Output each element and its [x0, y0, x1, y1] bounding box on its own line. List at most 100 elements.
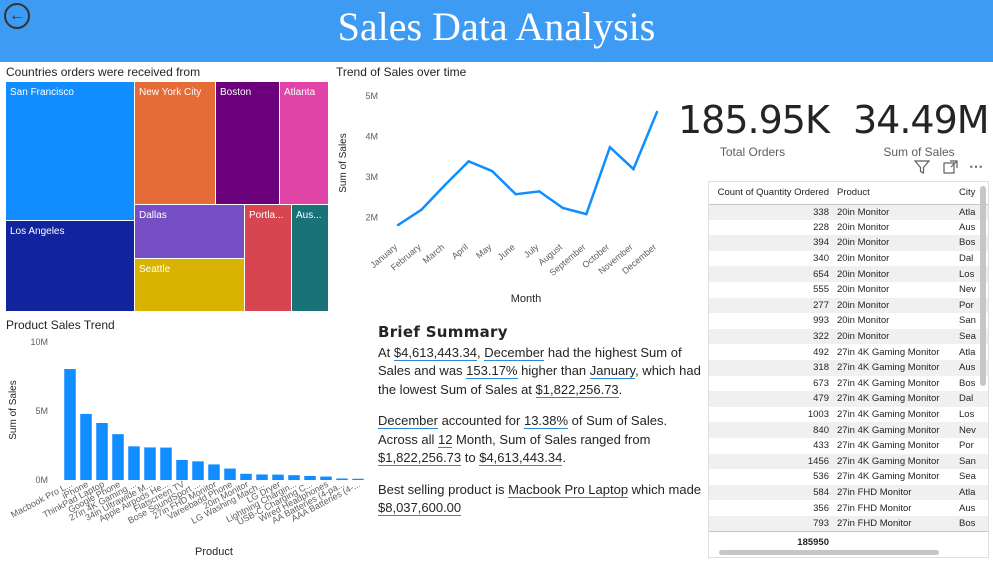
summary-highlight: 12: [437, 431, 453, 448]
table-row[interactable]: 277 20in Monitor Por: [709, 297, 988, 314]
product-sales-bar[interactable]: [160, 447, 172, 480]
product-sales-bar[interactable]: [64, 369, 76, 480]
line-data-point[interactable]: [443, 183, 447, 187]
cell-product: 20in Monitor: [837, 315, 890, 327]
line-data-point[interactable]: [585, 212, 588, 216]
cell-quantity: 322: [709, 328, 833, 345]
table-row[interactable]: 356 27in FHD Monitor Aus: [709, 500, 988, 516]
table-row[interactable]: 536 27in 4K Gaming Monitor Sea: [709, 469, 988, 485]
summary-text: accounted for: [437, 413, 524, 428]
table-row[interactable]: 555 20in Monitor Nev: [709, 282, 988, 298]
data-table[interactable]: Count of Quantity Ordered Product City 3…: [708, 181, 989, 558]
treemap-cell-dallas[interactable]: Dallas: [135, 205, 244, 258]
table-row[interactable]: 394 20in Monitor Bos: [709, 235, 988, 251]
product-sales-bar[interactable]: [80, 413, 92, 480]
bar-chart[interactable]: Sum of Sales Product 0M5M10MMacbook Pro …: [0, 332, 370, 564]
summary-highlight: 13.38%: [523, 413, 569, 429]
product-sales-bar[interactable]: [96, 423, 108, 480]
filter-icon[interactable]: [913, 160, 931, 177]
line-data-point[interactable]: [490, 169, 494, 173]
product-sales-bar[interactable]: [208, 464, 220, 480]
product-sales-bar[interactable]: [288, 475, 300, 480]
cell-product: 27in 4K Gaming Monitor: [837, 440, 940, 452]
treemap-cell-new-york-city[interactable]: New York City: [135, 82, 215, 204]
line-data-point[interactable]: [561, 206, 565, 210]
product-sales-bar[interactable]: [176, 459, 188, 480]
vertical-scrollbar[interactable]: [980, 186, 986, 386]
cell-quantity: 318: [709, 359, 833, 376]
line-data-point[interactable]: [608, 145, 612, 149]
header-banner: ← Sales Data Analysis: [0, 0, 993, 62]
table-row[interactable]: 840 27in 4K Gaming Monitor Nev: [709, 422, 988, 438]
cell-city: Bos: [955, 515, 988, 532]
y-axis-label: Sum of Sales: [338, 133, 349, 192]
column-header-quantity[interactable]: Count of Quantity Ordered: [709, 182, 833, 205]
table-row[interactable]: 654 20in Monitor Los: [709, 266, 988, 282]
table-row[interactable]: 338 20in Monitor Atla: [709, 204, 988, 220]
cell-quantity: 536: [813, 471, 829, 483]
line-data-point[interactable]: [514, 193, 517, 196]
x-tick-label: April: [450, 242, 470, 261]
line-data-point[interactable]: [655, 110, 659, 114]
table-row[interactable]: 228 20in Monitor Aus: [709, 220, 988, 236]
product-sales-bar[interactable]: [240, 473, 252, 480]
cell-product: 27in 4K Gaming Monitor: [837, 377, 940, 389]
treemap-cell-boston[interactable]: Boston: [216, 82, 279, 204]
cell-product: 27in 4K Gaming Monitor: [833, 453, 955, 470]
treemap-cell-san-francisco[interactable]: San Francisco: [6, 82, 134, 220]
line-data-point[interactable]: [632, 167, 635, 171]
table-row[interactable]: 584 27in FHD Monitor Atla: [709, 484, 988, 501]
product-sales-bar[interactable]: [256, 474, 268, 480]
product-sales-bar[interactable]: [112, 434, 124, 480]
table-row[interactable]: 1456 27in 4K Gaming Monitor San: [709, 453, 988, 470]
line-chart-title: Trend of Sales over time: [336, 65, 467, 79]
cell-product: 27in FHD Monitor: [833, 515, 955, 532]
cell-product: 20in Monitor: [833, 266, 955, 282]
product-sales-bar[interactable]: [304, 475, 316, 480]
product-sales-bar[interactable]: [224, 468, 236, 480]
cell-quantity: 1003: [807, 409, 829, 421]
table-row[interactable]: 993 20in Monitor San: [709, 313, 988, 329]
focus-mode-icon[interactable]: [943, 160, 958, 177]
product-sales-bar[interactable]: [144, 447, 156, 480]
line-chart[interactable]: Sum of Sales Month 2M3M4M5MJanuaryFebrua…: [330, 78, 670, 310]
summary-paragraph-3: Best selling product is Macbook Pro Lapt…: [378, 481, 708, 518]
treemap-cell-austin[interactable]: Aus...: [292, 205, 328, 311]
table-row[interactable]: 433 27in 4K Gaming Monitor Por: [709, 438, 988, 454]
cell-product: 27in 4K Gaming Monitor: [833, 359, 955, 376]
table-row[interactable]: 1003 27in 4K Gaming Monitor Los: [709, 407, 988, 423]
column-header-product[interactable]: Product: [833, 182, 955, 205]
cell-quantity: 673: [813, 377, 829, 389]
treemap-cell-los-angeles[interactable]: Los Angeles: [6, 221, 134, 311]
treemap-cell-atlanta[interactable]: Atlanta: [280, 82, 328, 204]
cell-product: 27in FHD Monitor: [833, 484, 955, 501]
line-data-point[interactable]: [467, 160, 470, 163]
table-row[interactable]: 340 20in Monitor Dal: [709, 251, 988, 267]
summary-highlight: Macbook Pro Laptop: [508, 481, 629, 498]
line-data-point[interactable]: [420, 208, 423, 211]
line-data-point[interactable]: [538, 190, 541, 193]
table: Count of Quantity Ordered Product City 3…: [709, 182, 988, 554]
product-sales-bar[interactable]: [272, 474, 284, 480]
cell-quantity: 228: [813, 221, 829, 233]
treemap-cell-portland[interactable]: Portla...: [245, 205, 291, 311]
table-row[interactable]: 673 27in 4K Gaming Monitor Bos: [709, 376, 988, 392]
table-row[interactable]: 492 27in 4K Gaming Monitor Atla: [709, 344, 988, 360]
cell-product: 20in Monitor: [833, 297, 955, 314]
product-sales-bar[interactable]: [128, 446, 140, 480]
product-sales-bar[interactable]: [320, 476, 332, 480]
y-tick-label: 2M: [365, 213, 378, 223]
table-row[interactable]: 479 27in 4K Gaming Monitor Dal: [709, 391, 988, 407]
table-row[interactable]: 793 27in FHD Monitor Bos: [709, 515, 988, 532]
treemap-cell-seattle[interactable]: Seattle: [135, 259, 244, 311]
line-data-point[interactable]: [396, 223, 400, 227]
more-options-icon[interactable]: ⋯: [969, 158, 984, 175]
table-header-row: Count of Quantity Ordered Product City: [709, 182, 988, 205]
sales-line-series[interactable]: [397, 111, 659, 227]
table-row[interactable]: 318 27in 4K Gaming Monitor Aus: [709, 359, 988, 376]
table-row[interactable]: 322 20in Monitor Sea: [709, 328, 988, 345]
cell-product: 20in Monitor: [833, 235, 955, 251]
summary-text: .: [562, 450, 566, 465]
product-sales-bar[interactable]: [192, 461, 204, 480]
horizontal-scrollbar[interactable]: [719, 550, 939, 555]
